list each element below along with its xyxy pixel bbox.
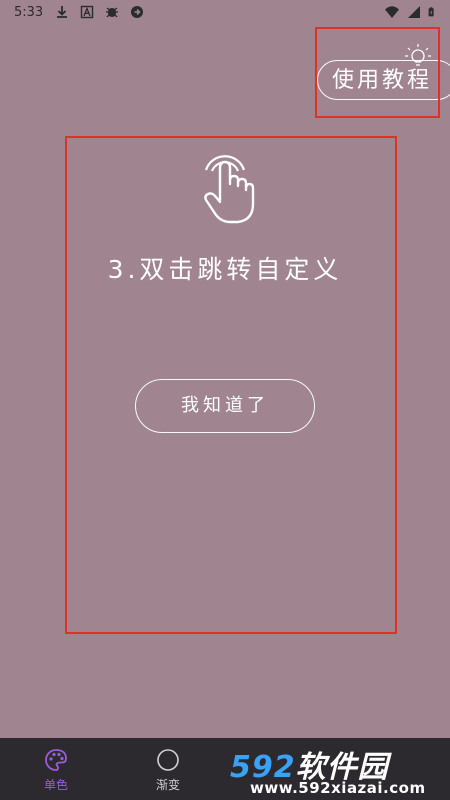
status-icons-left: [54, 4, 145, 20]
nav-label-gradient: 渐变: [155, 778, 180, 792]
status-bar: 5:33: [0, 0, 450, 26]
circle-icon: [157, 749, 179, 771]
nav-item-solid[interactable]: 单色: [6, 738, 106, 800]
download-icon: [57, 6, 67, 18]
double-tap-hand-icon: [204, 155, 255, 224]
a-box-icon: [80, 5, 94, 19]
palette-icon: [45, 749, 67, 771]
bug-icon: [106, 7, 118, 18]
status-icons-right: [384, 4, 438, 20]
screen: 5:33 使用教程 3.双击跳转自定义 我知道了 单色 渐变 592软件园 ww…: [0, 0, 450, 800]
battery-icon: [428, 7, 434, 17]
nav-item-gradient[interactable]: 渐变: [118, 738, 218, 800]
status-time: 5:33: [14, 5, 44, 20]
tutorial-highlight-frame: [315, 27, 440, 118]
signal-icon: [408, 6, 420, 18]
watermark-url: www.592xiazai.com: [250, 779, 426, 797]
got-it-button[interactable]: 我知道了: [135, 379, 315, 433]
nav-label-solid: 单色: [43, 778, 68, 792]
guide-step-text: 3.双击跳转自定义: [107, 255, 343, 284]
circle-app-icon: [131, 6, 143, 18]
watermark: 592软件园 www.592xiazai.com: [222, 738, 450, 800]
wifi-icon: [385, 6, 399, 18]
